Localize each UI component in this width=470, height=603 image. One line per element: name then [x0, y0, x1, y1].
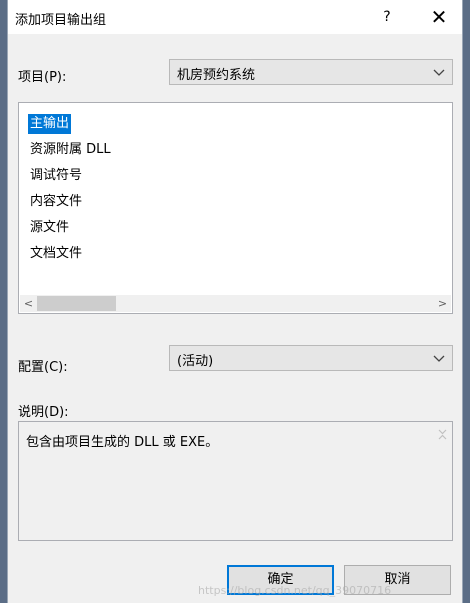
- description-box: 包含由项目生成的 DLL 或 EXE。: [18, 421, 453, 541]
- horizontal-scrollbar[interactable]: < >: [20, 295, 451, 312]
- config-select-value: (活动): [177, 354, 214, 369]
- watermark: https://blog.csdn.net/qq_39070716: [198, 584, 392, 597]
- title-bar: 添加项目输出组 ? ✕: [8, 0, 462, 34]
- project-select-value: 机房预约系统: [177, 68, 256, 83]
- scroll-right-icon[interactable]: >: [434, 295, 451, 312]
- list-item-debug-symbols[interactable]: 调试符号: [28, 166, 84, 186]
- chevron-down-icon: [433, 69, 445, 76]
- project-select[interactable]: 机房预约系统: [169, 59, 453, 85]
- list-item-documentation-files[interactable]: 文档文件: [28, 244, 84, 264]
- list-item-resource-dll[interactable]: 资源附属 DLL: [28, 140, 113, 160]
- scrollbar-thumb[interactable]: [37, 296, 116, 311]
- close-button[interactable]: ✕: [426, 4, 452, 30]
- config-label: 配置(C):: [18, 360, 68, 375]
- output-group-list[interactable]: 主输出 资源附属 DLL 调试符号 内容文件 源文件 文档文件 < >: [18, 102, 453, 314]
- project-label: 项目(P):: [18, 70, 67, 85]
- dialog-title: 添加项目输出组: [15, 13, 107, 28]
- scroll-left-icon[interactable]: <: [20, 295, 37, 312]
- chevron-down-icon: [433, 355, 445, 362]
- description-text: 包含由项目生成的 DLL 或 EXE。: [26, 435, 219, 450]
- help-button[interactable]: ?: [376, 5, 398, 29]
- close-icon: ✕: [430, 5, 448, 29]
- list-item-primary-output[interactable]: 主输出: [28, 114, 72, 134]
- add-project-output-group-dialog: 添加项目输出组 ? ✕ 项目(P): 机房预约系统 主输出 资源附属 DLL 调…: [7, 0, 463, 603]
- list-item-source-files[interactable]: 源文件: [28, 218, 71, 238]
- config-select[interactable]: (活动): [169, 345, 453, 371]
- list-item-content-files[interactable]: 内容文件: [28, 192, 84, 212]
- vertical-scrollbar[interactable]: [434, 423, 451, 539]
- description-label: 说明(D):: [18, 405, 69, 420]
- scroll-down-icon[interactable]: [434, 423, 451, 440]
